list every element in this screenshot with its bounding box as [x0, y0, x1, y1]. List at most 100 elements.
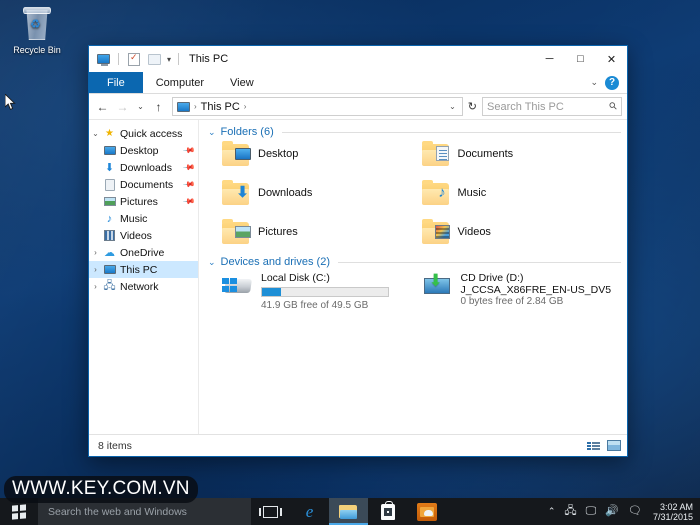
chevron-down-icon[interactable]: ⌄: [446, 102, 459, 111]
folder-label: Documents: [457, 148, 514, 160]
sidebar-item-label: Desktop: [120, 144, 159, 157]
title-bar: ▾ This PC ─ □ ✕: [89, 46, 627, 72]
breadcrumb[interactable]: › This PC › ⌄: [172, 97, 463, 116]
download-icon: ⬇: [104, 162, 115, 174]
sidebar-item-quick-access[interactable]: ⌄ ★ Quick access: [89, 125, 198, 142]
up-button[interactable]: ↑: [150, 98, 167, 116]
display-tray-icon[interactable]: 🖵: [586, 506, 597, 517]
search-icon: ⚲: [606, 100, 620, 113]
sidebar-item-downloads[interactable]: ⬇ Downloads 📌: [89, 159, 198, 176]
task-view-icon: [259, 505, 282, 518]
new-folder-icon[interactable]: [146, 51, 162, 67]
pin-icon[interactable]: 📌: [182, 195, 195, 208]
drive-volume-label: J_CCSA_X86FRE_EN-US_DV5: [460, 284, 612, 296]
sidebar-item-this-pc[interactable]: › This PC: [89, 261, 198, 278]
picture-icon: [102, 195, 117, 208]
clock[interactable]: 3:02 AM 7/31/2015: [651, 502, 693, 522]
content-pane: ⌄ Folders (6) Desktop Documents ⬇ Downlo…: [199, 120, 627, 434]
chevron-down-icon[interactable]: ⌄: [89, 129, 102, 138]
sidebar-item-desktop[interactable]: Desktop 📌: [89, 142, 198, 159]
folder-item-downloads[interactable]: ⬇ Downloads: [222, 180, 422, 205]
group-header-devices[interactable]: ⌄ Devices and drives (2): [208, 256, 621, 268]
show-hidden-icons-icon[interactable]: ⌃: [548, 506, 556, 517]
divider: [118, 53, 119, 65]
folder-item-pictures[interactable]: Pictures: [222, 219, 422, 244]
sidebar-item-network[interactable]: › 🖧 Network: [89, 278, 198, 295]
desktop: ♻ Recycle Bin ▾ This PC ─ □ ✕: [0, 0, 700, 525]
video-icon: [102, 229, 117, 242]
minimize-button[interactable]: ─: [534, 46, 565, 72]
breadcrumb-this-pc[interactable]: This PC: [201, 101, 240, 113]
site-watermark: WWW.KEY.COM.VN: [4, 476, 198, 503]
sidebar-item-label: This PC: [120, 263, 158, 276]
sidebar-item-pictures[interactable]: Pictures 📌: [89, 193, 198, 210]
details-view-icon[interactable]: [587, 440, 600, 451]
group-title: Devices and drives (2): [220, 256, 330, 268]
drive-item-cd-drive-d[interactable]: ⬇ CD Drive (D:) J_CCSA_X86FRE_EN-US_DV5 …: [422, 272, 622, 311]
folder-item-music[interactable]: ♪ Music: [421, 180, 622, 205]
group-header-folders[interactable]: ⌄ Folders (6): [208, 126, 621, 138]
network-tray-icon[interactable]: 🖧: [564, 506, 576, 517]
close-button[interactable]: ✕: [596, 46, 627, 72]
folder-item-documents[interactable]: Documents: [421, 141, 622, 166]
pin-icon[interactable]: 📌: [182, 144, 195, 157]
status-bar: 8 items: [89, 434, 627, 456]
sidebar-item-music[interactable]: ♪ Music: [89, 210, 198, 227]
chevron-right-icon[interactable]: ›: [89, 282, 102, 291]
tab-computer[interactable]: Computer: [143, 72, 217, 93]
recent-locations-icon[interactable]: ⌄: [134, 98, 147, 116]
chevron-down-icon[interactable]: ▾: [167, 55, 171, 64]
sidebar-item-documents[interactable]: Documents 📌: [89, 176, 198, 193]
recycle-bin-label: Recycle Bin: [13, 45, 61, 55]
chevron-right-icon[interactable]: ›: [89, 265, 102, 274]
sidebar-item-onedrive[interactable]: › ☁ OneDrive: [89, 244, 198, 261]
pin-icon[interactable]: 📌: [182, 161, 195, 174]
sidebar-item-videos[interactable]: Videos: [89, 227, 198, 244]
sidebar-item-label: Music: [120, 212, 148, 225]
search-input[interactable]: Search This PC ⚲: [482, 97, 622, 116]
sidebar-item-label: Quick access: [120, 127, 183, 140]
tab-view[interactable]: View: [217, 72, 267, 93]
capacity-bar-fill: [262, 288, 281, 296]
folder-item-videos[interactable]: Videos: [421, 219, 622, 244]
store-button[interactable]: [368, 498, 407, 525]
drive-name: Local Disk (C:): [261, 272, 330, 284]
chevron-down-icon[interactable]: ⌄: [208, 257, 216, 268]
divider: [281, 131, 621, 133]
this-pc-icon: [177, 101, 190, 112]
action-center-icon[interactable]: 🗨: [628, 506, 642, 517]
quick-access-toolbar: ▾: [95, 51, 182, 67]
file-explorer-button[interactable]: [329, 498, 368, 525]
sidebar-item-label: Documents: [120, 178, 174, 191]
large-icons-view-icon[interactable]: [607, 440, 621, 451]
windows-start-icon: [12, 503, 26, 520]
pin-icon[interactable]: 📌: [182, 178, 195, 191]
sidebar-item-label: OneDrive: [120, 246, 165, 259]
this-pc-icon[interactable]: [95, 51, 111, 67]
chevron-down-icon[interactable]: ⌄: [208, 127, 216, 138]
tab-file[interactable]: File: [89, 72, 143, 93]
divider: [337, 261, 621, 263]
ribbon-tab-bar: File Computer View ⌄ ?: [89, 72, 627, 94]
drives-grid: Local Disk (C:) 41.9 GB free of 49.5 GB …: [208, 272, 621, 311]
volume-tray-icon[interactable]: 🔊: [605, 506, 619, 517]
refresh-icon[interactable]: ↻: [466, 100, 479, 113]
folder-app-button[interactable]: [407, 498, 446, 525]
item-count: 8 items: [98, 439, 132, 452]
forward-button[interactable]: →: [114, 98, 131, 116]
chevron-right-icon[interactable]: ›: [89, 248, 102, 257]
capacity-bar: [261, 287, 389, 297]
drive-item-local-disk-c[interactable]: Local Disk (C:) 41.9 GB free of 49.5 GB: [222, 272, 422, 311]
back-button[interactable]: ←: [94, 98, 111, 116]
address-bar: ← → ⌄ ↑ › This PC › ⌄ ↻ Search This PC ⚲: [89, 94, 627, 120]
edge-browser-button[interactable]: e: [290, 498, 329, 525]
folder-item-desktop[interactable]: Desktop: [222, 141, 422, 166]
task-view-button[interactable]: [251, 498, 290, 525]
system-tray: ⌃ 🖧 🖵 🔊 🗨 3:02 AM 7/31/2015: [548, 498, 700, 525]
properties-icon[interactable]: [126, 51, 142, 67]
sidebar-item-label: Network: [120, 280, 159, 293]
desktop-icon-recycle-bin[interactable]: ♻ Recycle Bin: [4, 4, 70, 56]
help-icon[interactable]: ?: [605, 75, 619, 90]
ribbon-collapse-icon[interactable]: ⌄: [590, 77, 598, 88]
maximize-button[interactable]: □: [565, 46, 596, 72]
